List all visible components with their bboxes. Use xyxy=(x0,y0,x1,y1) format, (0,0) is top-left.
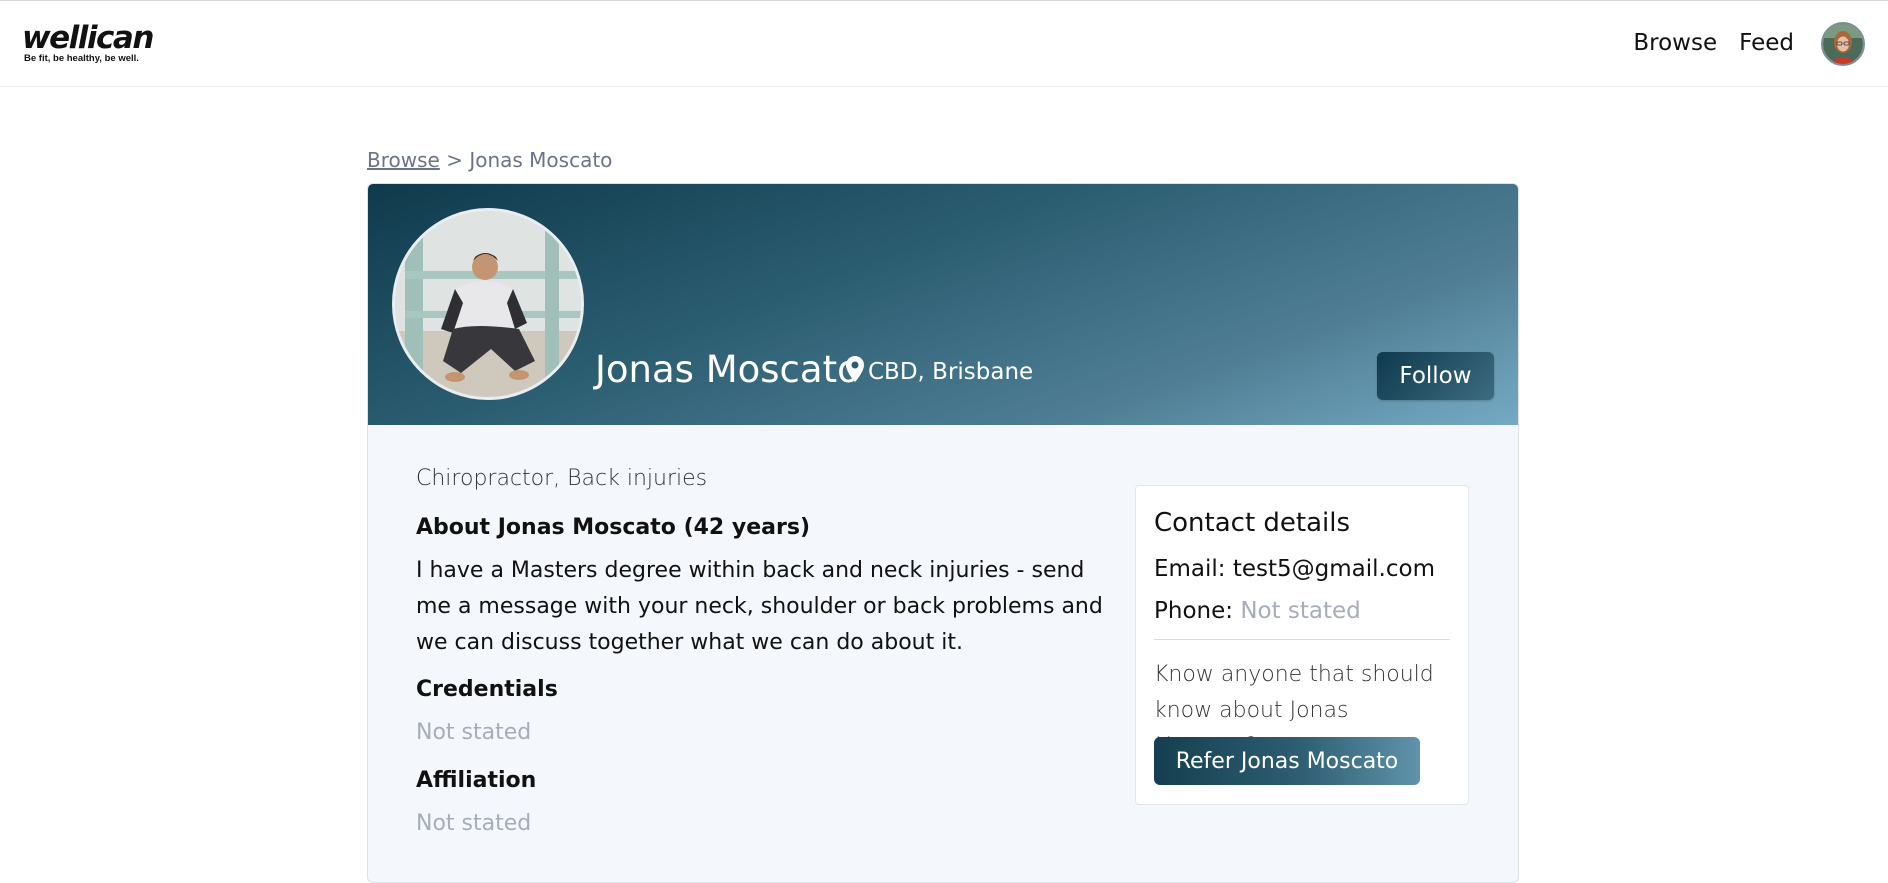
affiliation-value: Not stated xyxy=(416,811,532,836)
email-value[interactable]: test5@gmail.com xyxy=(1233,556,1435,582)
profile-name: Jonas Moscato xyxy=(595,348,860,391)
breadcrumb-separator: > xyxy=(446,148,463,172)
affiliation-heading: Affiliation xyxy=(416,768,537,793)
profile-photo-image xyxy=(395,211,581,397)
map-pin-icon xyxy=(846,356,864,388)
nav-feed-link[interactable]: Feed xyxy=(1739,30,1794,56)
credentials-value: Not stated xyxy=(416,720,532,745)
profile-banner: Jonas Moscato CBD, Brisbane Follow xyxy=(368,184,1518,425)
logo-wordmark: wellican xyxy=(22,20,154,56)
contact-divider xyxy=(1154,639,1450,640)
location-text: CBD, Brisbane xyxy=(868,359,1034,385)
credentials-heading: Credentials xyxy=(416,677,558,702)
phone-label: Phone: xyxy=(1154,598,1233,624)
email-label: Email: xyxy=(1154,556,1226,582)
breadcrumb-browse-link[interactable]: Browse xyxy=(367,148,440,172)
contact-email: Email: test5@gmail.com xyxy=(1154,556,1435,582)
about-heading: About Jonas Moscato (42 years) xyxy=(416,515,811,540)
profile-card: Jonas Moscato CBD, Brisbane Follow Chiro… xyxy=(367,183,1519,883)
user-avatar-image xyxy=(1823,24,1863,64)
contact-details-panel: Contact details Email: test5@gmail.com P… xyxy=(1135,485,1469,805)
refer-button[interactable]: Refer Jonas Moscato xyxy=(1154,737,1420,785)
breadcrumb: Browse > Jonas Moscato xyxy=(367,148,612,172)
about-text: I have a Masters degree within back and … xyxy=(416,558,1103,655)
wellican-logo[interactable]: wellican Be fit, be healthy, be well. xyxy=(22,20,154,64)
nav-links: Browse Feed xyxy=(1611,30,1794,56)
nav-browse-link[interactable]: Browse xyxy=(1633,30,1717,56)
top-navbar: wellican Be fit, be healthy, be well. Br… xyxy=(0,0,1888,87)
user-avatar[interactable] xyxy=(1821,22,1865,66)
profile-photo xyxy=(392,208,584,400)
profile-location: CBD, Brisbane xyxy=(846,356,1033,388)
follow-button[interactable]: Follow xyxy=(1377,352,1494,400)
logo-tagline: Be fit, be healthy, be well. xyxy=(24,53,139,64)
contact-title: Contact details xyxy=(1154,508,1351,538)
breadcrumb-current: Jonas Moscato xyxy=(469,148,613,172)
contact-phone: Phone: Not stated xyxy=(1154,598,1361,624)
phone-value: Not stated xyxy=(1240,598,1361,624)
profile-specialties: Chiropractor, Back injuries xyxy=(416,466,708,491)
